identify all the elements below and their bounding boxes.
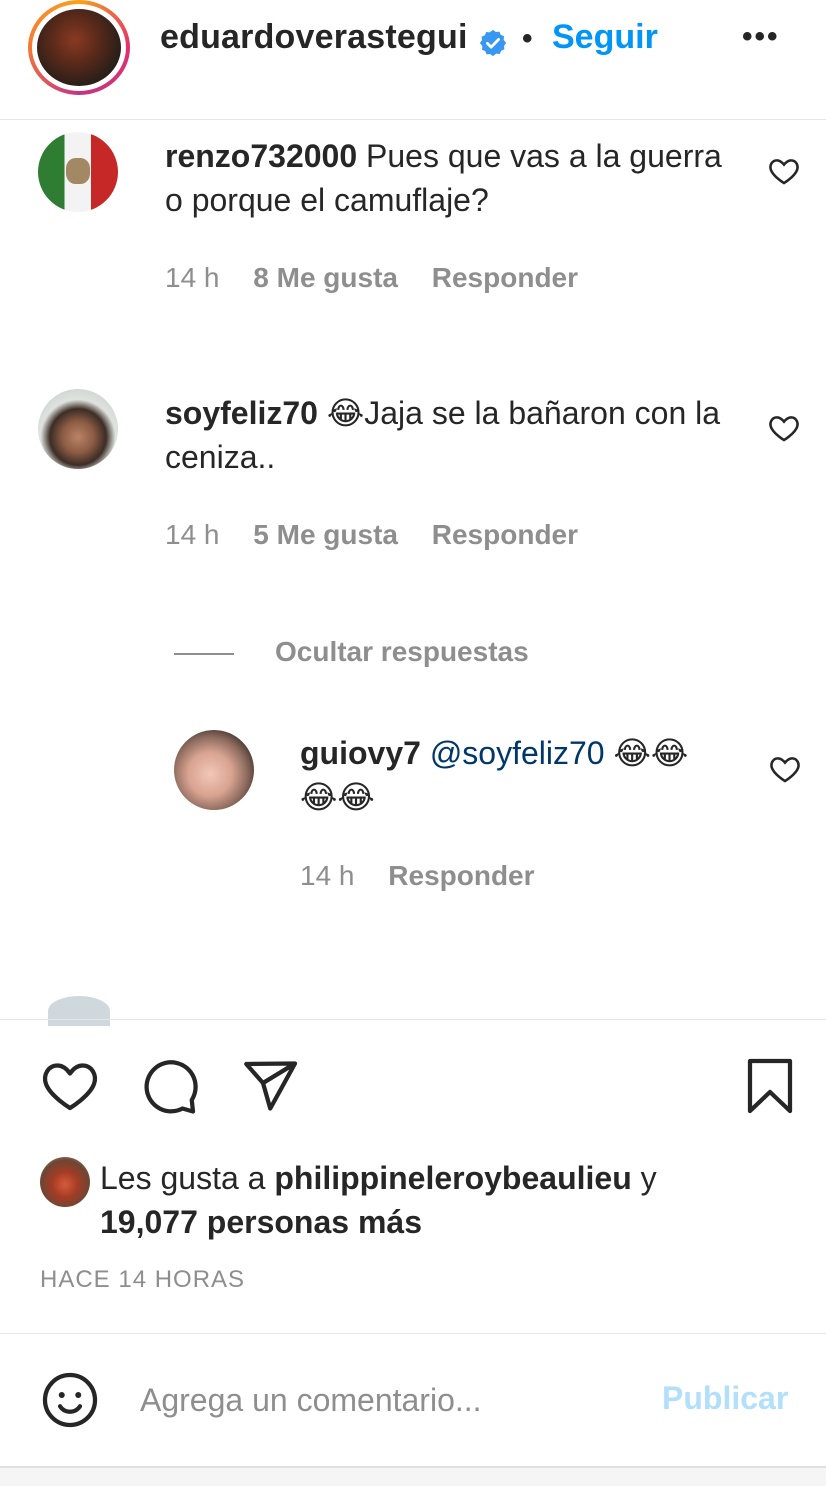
hide-replies-button[interactable]: Ocultar respuestas: [275, 636, 529, 668]
likes-conjunction: y: [640, 1160, 657, 1196]
heart-icon[interactable]: [40, 1056, 100, 1116]
reply-time: 14 h: [300, 860, 355, 891]
owner-username[interactable]: eduardoverastegui: [160, 18, 468, 57]
comment-text-block: renzo732000 Pues que vas a la guerra o p…: [165, 134, 725, 222]
reply-username[interactable]: guiovy7: [300, 735, 421, 771]
reply-avatar[interactable]: [174, 730, 254, 810]
commenter-avatar[interactable]: [38, 389, 118, 469]
follow-button[interactable]: Seguir: [552, 18, 658, 57]
bookmark-icon[interactable]: [740, 1056, 800, 1116]
comment-icon[interactable]: [140, 1056, 200, 1116]
reply-button[interactable]: Responder: [388, 860, 534, 891]
publish-button[interactable]: Publicar: [662, 1380, 788, 1417]
emoji-smiley-icon[interactable]: [40, 1370, 100, 1430]
reply-button[interactable]: Responder: [432, 262, 578, 293]
comment-like-heart-icon[interactable]: [767, 154, 801, 188]
likes-others-count[interactable]: 19,077 personas más: [100, 1204, 422, 1240]
more-options-icon[interactable]: •••: [742, 20, 780, 54]
reply-text-block: guiovy7 @soyfeliz70 😂😂😂😂: [300, 731, 720, 819]
liker-avatar[interactable]: [40, 1157, 90, 1207]
post-timestamp[interactable]: HACE 14 HORAS: [40, 1266, 245, 1294]
comment-input[interactable]: [140, 1376, 640, 1424]
comment-time: 14 h: [165, 262, 220, 293]
reply-like-heart-icon[interactable]: [768, 752, 802, 786]
likes-summary[interactable]: Les gusta a philippineleroybeaulieu y 19…: [100, 1156, 800, 1244]
verified-badge-icon: [479, 29, 507, 57]
likes-prefix: Les gusta a: [100, 1160, 266, 1196]
reply-mention-link[interactable]: @soyfeliz70: [430, 735, 605, 771]
comment-box-divider: [0, 1333, 826, 1334]
bottom-bar: [0, 1466, 826, 1486]
comment-text-block: soyfeliz70 😂Jaja se la bañaron con la ce…: [165, 391, 725, 479]
comment-username[interactable]: soyfeliz70: [165, 395, 318, 431]
comment-username[interactable]: renzo732000: [165, 138, 357, 174]
send-icon[interactable]: [240, 1056, 300, 1116]
post-header: eduardoverastegui • Seguir •••: [0, 0, 826, 120]
owner-avatar[interactable]: [37, 9, 121, 86]
comment-like-heart-icon[interactable]: [767, 411, 801, 445]
owner-avatar-story-ring[interactable]: [28, 0, 130, 95]
reply-meta: 14 h Responder: [300, 860, 535, 892]
header-separator: •: [522, 22, 533, 55]
actions-divider: [0, 1019, 826, 1020]
comment-likes-count[interactable]: 8 Me gusta: [253, 262, 398, 293]
reply-button[interactable]: Responder: [432, 519, 578, 550]
replies-divider-line: [174, 653, 234, 655]
liker-username[interactable]: philippineleroybeaulieu: [274, 1160, 631, 1196]
comment-meta: 14 h 5 Me gusta Responder: [165, 519, 578, 551]
commenter-avatar[interactable]: [38, 132, 118, 212]
comment-likes-count[interactable]: 5 Me gusta: [253, 519, 398, 550]
comment-meta: 14 h 8 Me gusta Responder: [165, 262, 578, 294]
next-commenter-avatar[interactable]: [48, 996, 110, 1026]
comment-time: 14 h: [165, 519, 220, 550]
